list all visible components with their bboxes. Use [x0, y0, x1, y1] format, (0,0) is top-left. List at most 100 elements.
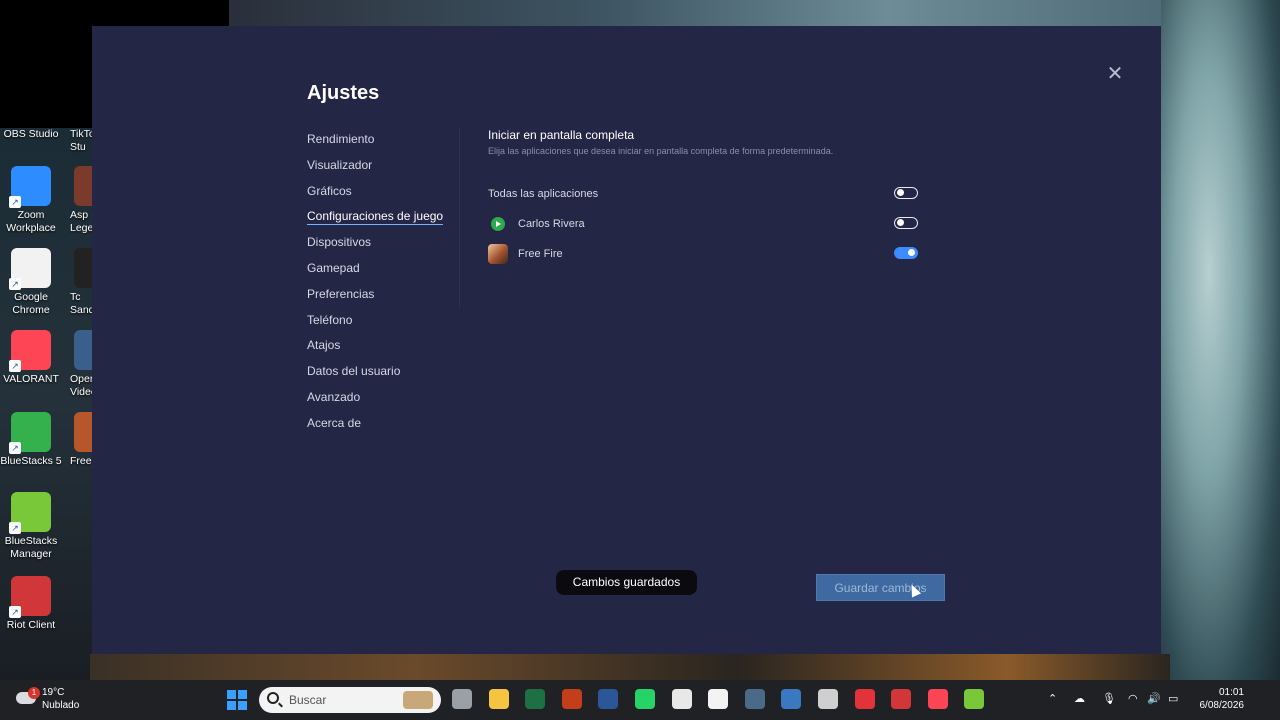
saved-toast: Cambios guardados	[556, 570, 697, 595]
microphone-icon[interactable]: 🎙	[1102, 692, 1116, 705]
browser-icon[interactable]	[781, 689, 802, 709]
save-changes-button[interactable]: Guardar cambios	[816, 574, 945, 601]
weather-widget[interactable]: 1 19°C Nublado	[14, 686, 104, 714]
app-icon: ↗	[9, 412, 51, 454]
desktop-icon-partial[interactable]: TikTo Stu	[70, 128, 94, 154]
onedrive-icon[interactable]: ☁	[1074, 692, 1085, 705]
valorant-icon[interactable]	[927, 689, 948, 709]
taskbar-search[interactable]: Buscar	[259, 687, 441, 713]
nav-item-avanzado[interactable]: Avanzado	[307, 388, 457, 414]
clock-date: 6/08/2026	[1199, 700, 1245, 711]
row-all-apps: Todas las aplicaciones	[488, 183, 918, 205]
app-icon: ↗	[9, 166, 51, 208]
toggle-carlos-rivera[interactable]	[894, 217, 918, 229]
nav-label: Avanzado	[307, 389, 361, 404]
settings-dialog: ✕ Ajustes Rendimiento Visualizador Gráfi…	[92, 26, 1161, 654]
search-highlight-image	[403, 691, 433, 709]
desktop-icon-partial[interactable]: Tc Sand	[70, 248, 94, 317]
search-icon	[267, 692, 279, 704]
desktop-icon-label: VALORANT	[3, 373, 59, 385]
row-label: Carlos Rivera	[518, 218, 585, 230]
desktop-icon-partial[interactable]: Oper Video	[70, 330, 94, 399]
excel-icon[interactable]	[525, 689, 546, 709]
nav-label: Gamepad	[307, 260, 360, 275]
task-view-icon[interactable]	[452, 689, 472, 709]
section-subtitle: Elija las aplicaciones que desea iniciar…	[488, 146, 834, 156]
nav-divider	[459, 128, 460, 308]
desktop-icon[interactable]: ↗ Google Chrome	[0, 248, 62, 317]
desktop-icon[interactable]: OBS Studio	[0, 128, 62, 141]
weather-condition: Nublado	[42, 700, 80, 711]
desktop-icon-partial[interactable]: Asp Lege	[70, 166, 94, 235]
row-carlos-rivera: Carlos Rivera	[488, 213, 918, 235]
desktop-icon[interactable]: ↗ BlueStacks 5	[0, 412, 62, 468]
nav-item-telefono[interactable]: Teléfono	[307, 311, 457, 337]
nav-item-atajos[interactable]: Atajos	[307, 336, 457, 362]
whatsapp-icon[interactable]	[635, 689, 655, 709]
nav-item-graficos[interactable]: Gráficos	[307, 182, 457, 208]
desktop-icon-label: Zoom Workplace	[6, 209, 56, 234]
desktop-icon-label: Riot Client	[6, 619, 56, 631]
desktop-icon-label: TikTo Stu	[70, 128, 94, 153]
desktop-icon[interactable]: ↗ VALORANT	[0, 330, 62, 386]
shortcut-arrow-icon: ↗	[9, 442, 21, 454]
nav-item-rendimiento[interactable]: Rendimiento	[307, 130, 457, 156]
desktop-icon[interactable]: ↗ BlueStacks Manager	[0, 492, 62, 561]
clock-time: 01:01	[1218, 687, 1244, 698]
chrome-icon[interactable]	[671, 689, 692, 709]
app-icon	[74, 412, 94, 452]
nav-label: Teléfono	[307, 312, 353, 327]
nav-label: Dispositivos	[307, 235, 372, 250]
taskbar-clock[interactable]: 01:01 6/08/2026	[1200, 686, 1245, 712]
keyboard-app-icon[interactable]	[744, 689, 765, 709]
volume-icon[interactable]: 🔊	[1147, 692, 1161, 705]
nav-label: Acerca de	[307, 415, 362, 430]
nav-label: Configuraciones de juego	[307, 209, 444, 226]
nav-item-configuraciones-de-juego[interactable]: Configuraciones de juego	[307, 207, 457, 233]
desktop-icon[interactable]: ↗ Zoom Workplace	[0, 166, 62, 235]
nav-item-acerca-de[interactable]: Acerca de	[307, 414, 457, 440]
temperature: 19°C	[42, 687, 65, 698]
microsoft-store-icon[interactable]	[708, 689, 729, 709]
app-icon	[74, 330, 94, 370]
nav-item-datos-del-usuario[interactable]: Datos del usuario	[307, 362, 457, 388]
wallpaper-top	[229, 0, 1169, 26]
steam-like-icon[interactable]	[818, 689, 838, 709]
wifi-icon[interactable]: ◠	[1128, 692, 1138, 705]
taskbar: 1 19°C Nublado Buscar ⌃ ☁ 🎙 ◠ 🔊 ▭ 01:01 …	[0, 680, 1280, 720]
start-button[interactable]	[227, 690, 247, 710]
app-icon: ↗	[9, 330, 51, 372]
toggle-free-fire[interactable]	[894, 247, 918, 259]
toggle-all-apps[interactable]	[894, 187, 918, 199]
record-app-icon[interactable]	[854, 689, 875, 709]
nav-label: Rendimiento	[307, 132, 375, 146]
battery-icon[interactable]: ▭	[1168, 692, 1178, 705]
app-icon: ↗	[9, 576, 51, 618]
nav-item-dispositivos[interactable]: Dispositivos	[307, 233, 457, 259]
riot-client-icon[interactable]	[891, 689, 912, 709]
desktop-icon-label: Google Chrome	[12, 291, 50, 316]
app-icon: ↗	[9, 492, 51, 534]
powerpoint-icon[interactable]	[561, 689, 582, 709]
nav-item-gamepad[interactable]: Gamepad	[307, 259, 457, 285]
nav-item-visualizador[interactable]: Visualizador	[307, 156, 457, 182]
toggle-knob	[908, 249, 915, 257]
section-title: Iniciar en pantalla completa	[488, 128, 635, 142]
desktop-icon[interactable]: ↗ Riot Client	[0, 576, 62, 632]
close-icon[interactable]: ✕	[1105, 64, 1125, 84]
dialog-title: Ajustes	[307, 82, 380, 104]
nav-label: Datos del usuario	[307, 364, 401, 379]
file-explorer-icon[interactable]	[488, 689, 509, 709]
app-icon: ↗	[9, 248, 51, 290]
nav-label: Atajos	[307, 338, 341, 353]
nav-item-preferencias[interactable]: Preferencias	[307, 285, 457, 311]
word-icon[interactable]	[598, 689, 619, 709]
nav-label: Gráficos	[307, 183, 352, 198]
shortcut-arrow-icon: ↗	[9, 278, 21, 290]
desktop-icon-partial[interactable]: Free	[70, 412, 94, 468]
bluestacks-icon[interactable]	[964, 689, 985, 709]
desktop-icon-label: Oper Video	[70, 373, 94, 398]
nav-label: Visualizador	[307, 157, 373, 172]
chevron-up-icon[interactable]: ⌃	[1048, 692, 1057, 705]
row-label: Free Fire	[518, 248, 563, 260]
